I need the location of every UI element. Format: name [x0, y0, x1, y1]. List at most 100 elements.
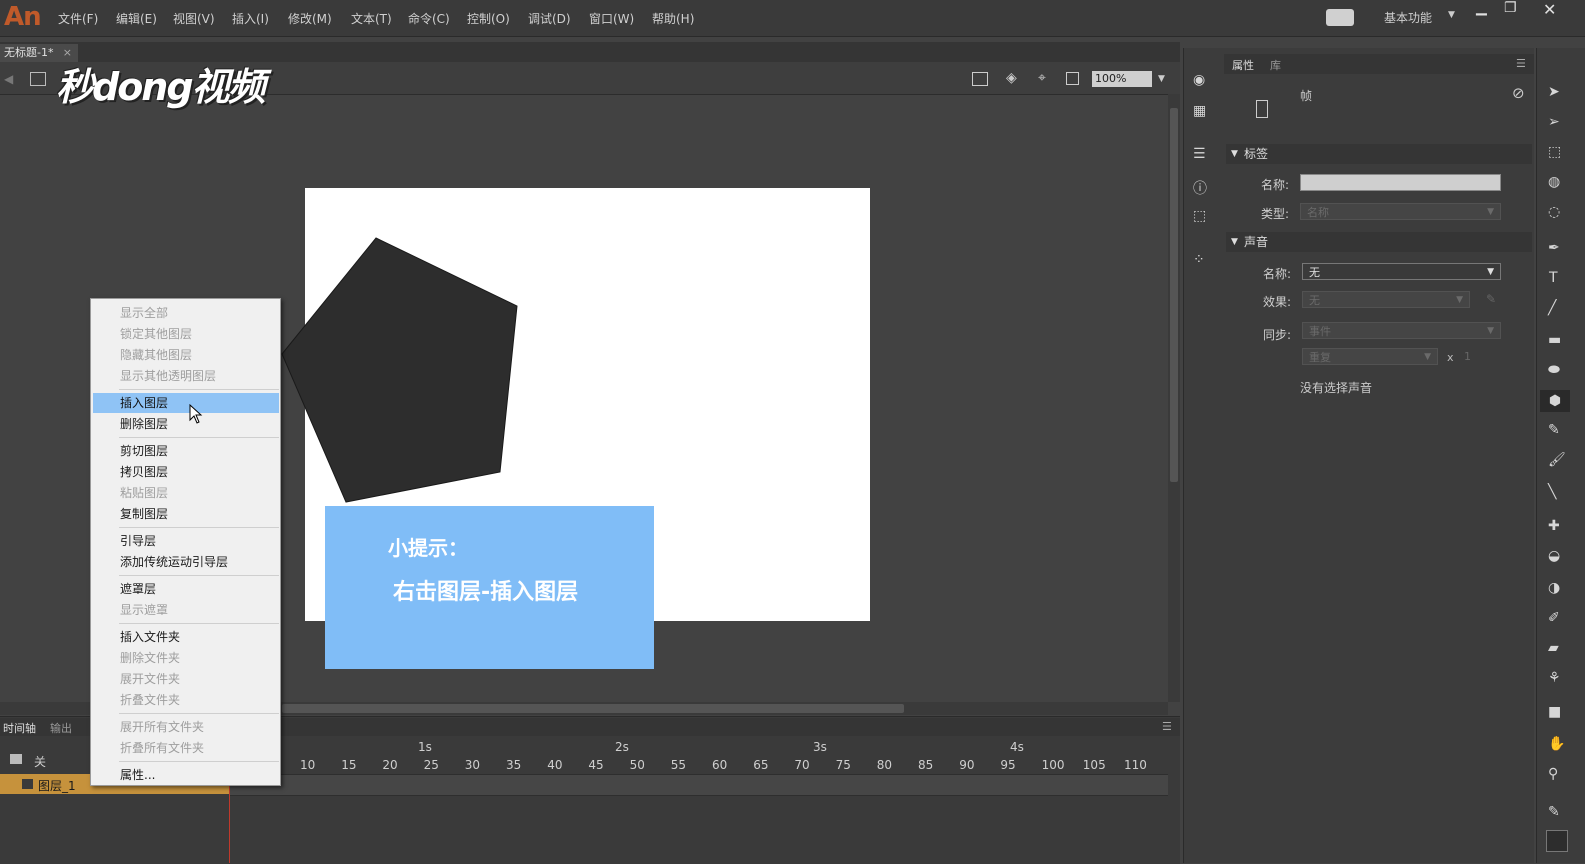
clip-stage-icon[interactable] — [1066, 72, 1079, 85]
stroke-color-icon[interactable]: ✎ — [1548, 804, 1560, 820]
zoom-input[interactable]: 100% — [1092, 71, 1152, 87]
playhead[interactable] — [229, 786, 230, 863]
menu-debug[interactable]: 调试(D) — [528, 10, 571, 27]
vertical-scrollbar-thumb[interactable] — [1170, 108, 1178, 482]
minimize-icon[interactable]: ▁ — [1476, 0, 1487, 16]
context-menu-item[interactable]: 拷贝图层 — [91, 462, 280, 482]
ruler-seconds-1: 1s — [418, 740, 432, 754]
context-menu-item: 锁定其他图层 — [120, 327, 193, 341]
edit-pencil-icon[interactable]: ✎ — [1486, 292, 1496, 306]
ruler-frame-number: 55 — [670, 758, 687, 772]
menu-window[interactable]: 窗口(W) — [589, 10, 634, 27]
pencil-tool-icon[interactable]: ✎ — [1548, 422, 1560, 438]
ruler-frame-number: 85 — [918, 758, 934, 772]
sound-name-select[interactable]: 无 ▼ — [1302, 263, 1501, 280]
context-menu-item[interactable]: 删除图层 — [91, 414, 280, 434]
color-icon[interactable]: ◉ — [1193, 72, 1205, 88]
menu-insert[interactable]: 插入(I) — [232, 10, 269, 27]
rectangle-tool-icon[interactable]: ▬ — [1548, 332, 1561, 348]
polystar-tool-icon[interactable]: ⬢ — [1540, 390, 1570, 412]
ink-bottle-icon[interactable]: ◑ — [1548, 580, 1560, 596]
context-menu-separator — [119, 623, 279, 624]
sync-settings-icon[interactable] — [1326, 9, 1354, 26]
text-tool-icon[interactable]: T — [1549, 270, 1558, 286]
menu-text[interactable]: 文本(T) — [351, 10, 392, 27]
line-tool-icon[interactable]: ╱ — [1548, 300, 1556, 316]
menu-view[interactable]: 视图(V) — [173, 10, 215, 27]
menu-modify[interactable]: 修改(M) — [288, 10, 332, 27]
label-section-header[interactable]: ▼ 标签 — [1226, 144, 1532, 164]
horizontal-scrollbar-thumb[interactable] — [282, 704, 904, 713]
effect-select[interactable]: 无 ▼ — [1302, 291, 1470, 308]
sound-section-header[interactable]: ▼ 声音 — [1226, 232, 1532, 252]
panel-menu-icon[interactable]: ☰ — [1516, 57, 1526, 70]
info-icon[interactable]: ⓘ — [1193, 178, 1207, 198]
subselection-icon[interactable]: ➢ — [1548, 114, 1560, 130]
paintbrush-tool-icon[interactable]: 🖌 — [1548, 452, 1566, 468]
align-icon[interactable]: ☰ — [1193, 146, 1206, 162]
transform-icon[interactable]: ⬚ — [1193, 208, 1206, 224]
context-menu-item[interactable]: 属性... — [91, 765, 280, 785]
bone-tool-icon[interactable]: ✚ — [1548, 518, 1560, 534]
lasso-icon[interactable]: ◌ — [1548, 204, 1560, 220]
scene-icon[interactable] — [30, 72, 46, 86]
context-menu-item[interactable]: 复制图层 — [91, 504, 280, 524]
menu-help[interactable]: 帮助(H) — [652, 10, 694, 27]
context-menu-item[interactable]: 引导层 — [91, 531, 280, 551]
context-menu-item[interactable]: 遮罩层 — [91, 579, 280, 599]
oval-tool-icon[interactable]: ⬬ — [1548, 362, 1560, 378]
close-icon[interactable]: ✕ — [1543, 0, 1556, 19]
repeat-select[interactable]: 重复 ▼ — [1302, 348, 1438, 365]
edit-symbol-icon[interactable]: ◈ — [1006, 70, 1017, 86]
selection-arrow-icon[interactable]: ➤ — [1548, 84, 1560, 100]
menu-control[interactable]: 控制(O) — [467, 10, 510, 27]
menu-commands[interactable]: 命令(C) — [408, 10, 450, 27]
panel-menu-icon[interactable]: ☰ — [1162, 720, 1172, 733]
fill-color-swatch[interactable] — [1546, 830, 1568, 852]
tab-timeline[interactable]: 时间轴 — [3, 720, 36, 736]
context-menu-item[interactable]: 插入图层 — [93, 393, 279, 413]
paint-bucket-icon[interactable]: ◒ — [1548, 548, 1560, 564]
zoom-dropdown-icon[interactable]: ▼ — [1158, 74, 1165, 84]
menu-edit[interactable]: 编辑(E) — [116, 10, 157, 27]
3d-rotation-icon[interactable]: ◍ — [1548, 174, 1560, 190]
layer-name: 图层_1 — [38, 779, 76, 793]
chevron-down-icon[interactable]: ▼ — [1448, 10, 1455, 20]
workspace-switcher[interactable]: 基本功能 — [1384, 9, 1432, 26]
label-name-input[interactable] — [1300, 174, 1501, 191]
ruler-frame-number: 60 — [712, 758, 728, 772]
zoom-icon[interactable]: ⚲ — [1548, 766, 1558, 782]
ruler-frame-number: 105 — [1082, 758, 1106, 772]
pen-icon[interactable]: ✒ — [1548, 240, 1560, 256]
hand-icon[interactable]: ✋ — [1548, 736, 1565, 752]
eyedropper-icon[interactable]: ✐ — [1548, 610, 1560, 626]
layer-frames[interactable] — [230, 774, 1168, 796]
document-tab-label: 无标题-1* — [4, 46, 54, 59]
ruler-seconds-2: 2s — [615, 740, 629, 754]
sound-name-label: 名称: — [1263, 267, 1292, 281]
tab-library[interactable]: 库 — [1270, 57, 1281, 73]
label-type-select[interactable]: 名称 ▼ — [1300, 203, 1501, 220]
help-icon[interactable]: ⊘ — [1512, 84, 1525, 102]
center-stage-icon[interactable]: ⌖ — [1038, 70, 1046, 86]
free-transform-icon[interactable]: ⬚ — [1548, 144, 1561, 160]
camera-icon[interactable]: ■ — [1548, 704, 1561, 720]
context-menu-item[interactable]: 插入文件夹 — [91, 627, 280, 647]
context-menu-item[interactable]: 剪切图层 — [91, 441, 280, 461]
back-arrow-icon[interactable]: ◀ — [4, 72, 13, 86]
restore-icon[interactable]: ❐ — [1504, 0, 1517, 16]
tab-properties[interactable]: 属性 — [1232, 57, 1254, 73]
context-menu-item[interactable]: 添加传统运动引导层 — [91, 552, 280, 572]
sync-select[interactable]: 事件 ▼ — [1302, 322, 1501, 339]
pentagon-shape[interactable] — [280, 236, 520, 506]
brush-tool-icon[interactable]: ╲ — [1548, 484, 1556, 500]
components-icon[interactable]: ⁘ — [1193, 252, 1205, 268]
repeat-count[interactable]: 1 — [1464, 350, 1471, 363]
tab-output[interactable]: 输出 — [50, 720, 72, 736]
swatches-icon[interactable]: ▦ — [1193, 103, 1206, 119]
width-tool-icon[interactable]: ⚘ — [1548, 670, 1561, 686]
edit-scene-icon[interactable] — [972, 72, 988, 86]
menu-file[interactable]: 文件(F) — [58, 10, 98, 27]
context-menu-item: 展开文件夹 — [120, 672, 181, 686]
eraser-icon[interactable]: ▰ — [1548, 640, 1559, 656]
